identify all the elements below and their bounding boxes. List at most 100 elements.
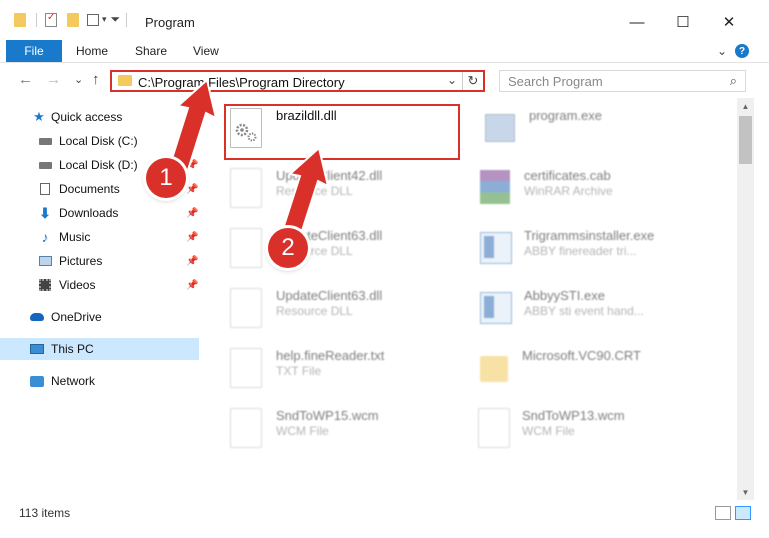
file-type: ABBY finereader tri...	[524, 244, 637, 258]
music-icon: ♪	[41, 229, 49, 245]
folder-icon	[14, 12, 26, 27]
tab-home[interactable]: Home	[76, 44, 108, 58]
file-name: AbbyySTI.exe	[524, 288, 605, 303]
refresh-icon[interactable]: ↻	[462, 72, 483, 90]
scroll-down-icon[interactable]: ▼	[737, 484, 754, 500]
close-button[interactable]: ✕	[709, 10, 749, 34]
computer-icon	[30, 343, 44, 355]
quick-access-toolbar: ✓ ▾ ⏷	[14, 12, 128, 27]
pin-icon[interactable]: 📌	[186, 184, 198, 195]
file-type: TXT File	[276, 364, 322, 378]
highlight-box	[224, 104, 460, 160]
download-icon: ⬇	[39, 204, 51, 221]
view-options-icon[interactable]	[87, 13, 99, 26]
file-type: WinRAR Archive	[524, 184, 613, 198]
title-bar: ✓ ▾ ⏷ Program — ☐ ✕	[0, 0, 769, 40]
blank-file-icon	[478, 408, 510, 448]
video-icon	[38, 279, 52, 291]
vertical-scrollbar[interactable]: ▲ ▼	[737, 98, 754, 500]
list-item[interactable]: UpdateClient63.dll Resource DLL	[230, 228, 470, 284]
sidebar-item-pictures[interactable]: Pictures 📌	[0, 250, 199, 272]
tab-view[interactable]: View	[193, 44, 219, 58]
scroll-up-icon[interactable]: ▲	[737, 98, 754, 114]
toolbar-separator	[126, 12, 128, 27]
pin-icon[interactable]: 📌	[186, 136, 198, 147]
star-icon: ★	[33, 109, 45, 124]
new-folder-icon[interactable]	[67, 12, 79, 27]
blank-file-icon	[230, 408, 262, 448]
list-item[interactable]: help.fineReader.txt TXT File	[230, 348, 470, 404]
installer-icon	[478, 228, 514, 270]
minimize-button[interactable]: —	[617, 10, 657, 34]
recent-locations-icon[interactable]: ⌄	[74, 73, 83, 86]
maximize-button[interactable]: ☐	[663, 10, 703, 34]
list-item[interactable]: Microsoft.VC90.CRT	[478, 348, 718, 404]
file-name: SndToWP13.wcm	[522, 408, 625, 423]
drive-icon	[38, 135, 52, 147]
back-arrow-icon[interactable]: ←	[18, 71, 33, 88]
folder-icon	[478, 348, 514, 390]
pin-icon[interactable]: 📌	[186, 160, 198, 171]
customize-dropdown-icon[interactable]: ▾	[102, 14, 107, 25]
up-arrow-icon[interactable]: ↑	[92, 71, 100, 88]
sidebar-item-videos[interactable]: Videos 📌	[0, 274, 199, 296]
sidebar-item-downloads[interactable]: ⬇ Downloads 📌	[0, 202, 199, 224]
sidebar-item-onedrive[interactable]: OneDrive	[0, 306, 199, 328]
documents-icon	[38, 183, 52, 195]
address-path[interactable]: C:\Program Files\Program Directory	[138, 75, 345, 90]
list-item[interactable]: UpdateClient42.dll Resource DLL	[230, 168, 470, 224]
properties-icon[interactable]: ✓	[45, 12, 57, 27]
exe-icon	[483, 108, 519, 150]
forward-arrow-icon[interactable]: →	[46, 71, 61, 88]
item-count: 113 items	[19, 506, 71, 520]
list-item[interactable]: SndToWP13.wcm WCM File	[478, 408, 718, 464]
large-icons-view-icon[interactable]	[735, 506, 751, 520]
sidebar-item-label: Videos	[59, 278, 96, 292]
pin-icon[interactable]: 📌	[186, 208, 198, 219]
tab-file[interactable]: File	[6, 40, 62, 62]
callout-badge-2: 2	[268, 228, 308, 268]
sidebar-item-label: Pictures	[59, 254, 103, 268]
scroll-thumb[interactable]	[739, 116, 752, 164]
file-type: Resource DLL	[276, 184, 353, 198]
address-dropdown-icon[interactable]: ⌄	[447, 73, 457, 87]
sidebar-item-label: This PC	[51, 342, 94, 356]
list-item[interactable]: UpdateClient63.dll Resource DLL	[230, 288, 470, 344]
tab-share[interactable]: Share	[135, 44, 167, 58]
sidebar-item-music[interactable]: ♪ Music 📌	[0, 226, 199, 248]
folder-icon	[118, 75, 132, 86]
dll-gear-icon	[230, 288, 262, 328]
ribbon-controls: ⌄ ?	[717, 44, 749, 58]
sidebar-item-local-disk-c[interactable]: Local Disk (C:) 📌	[0, 130, 199, 152]
list-item[interactable]: Trigrammsinstaller.exe ABBY finereader t…	[478, 228, 718, 284]
dll-gear-icon	[230, 168, 262, 208]
search-icon[interactable]: ⌕	[730, 73, 737, 89]
drive-icon	[38, 159, 52, 171]
toolbar-separator	[36, 12, 37, 27]
pin-icon[interactable]: 📌	[186, 256, 198, 267]
ribbon: File Home Share View ⌄ ?	[0, 40, 769, 63]
network-icon	[30, 375, 44, 387]
help-icon[interactable]: ?	[735, 44, 749, 58]
file-name: help.fineReader.txt	[276, 348, 385, 363]
search-input[interactable]: Search Program	[508, 74, 603, 89]
list-item[interactable]: certificates.cab WinRAR Archive	[478, 168, 718, 224]
pin-icon[interactable]: 📌	[186, 232, 198, 243]
sidebar-item-network[interactable]: Network	[0, 370, 199, 392]
list-item[interactable]: SndToWP15.wcm WCM File	[230, 408, 470, 464]
list-item[interactable]: AbbyySTI.exe ABBY sti event hand...	[478, 288, 718, 344]
details-view-icon[interactable]	[715, 506, 731, 520]
list-item[interactable]: program.exe	[483, 108, 723, 164]
file-name: Trigrammsinstaller.exe	[524, 228, 655, 243]
search-box[interactable]: Search Program ⌕	[499, 70, 746, 92]
cloud-icon	[30, 311, 44, 323]
file-list: brazildll.dll program.exe UpdateClient42…	[203, 100, 737, 500]
sidebar-item-quick-access[interactable]: ★ Quick access	[0, 106, 199, 128]
pin-icon[interactable]: 📌	[186, 280, 198, 291]
address-bar[interactable]: C:\Program Files\Program Directory ⌄ ↻	[110, 70, 485, 92]
file-type: Resource DLL	[276, 304, 353, 318]
archive-icon	[478, 168, 514, 210]
sidebar-item-this-pc[interactable]: This PC	[0, 338, 199, 360]
file-name: SndToWP15.wcm	[276, 408, 379, 423]
expand-ribbon-icon[interactable]: ⌄	[717, 44, 727, 58]
